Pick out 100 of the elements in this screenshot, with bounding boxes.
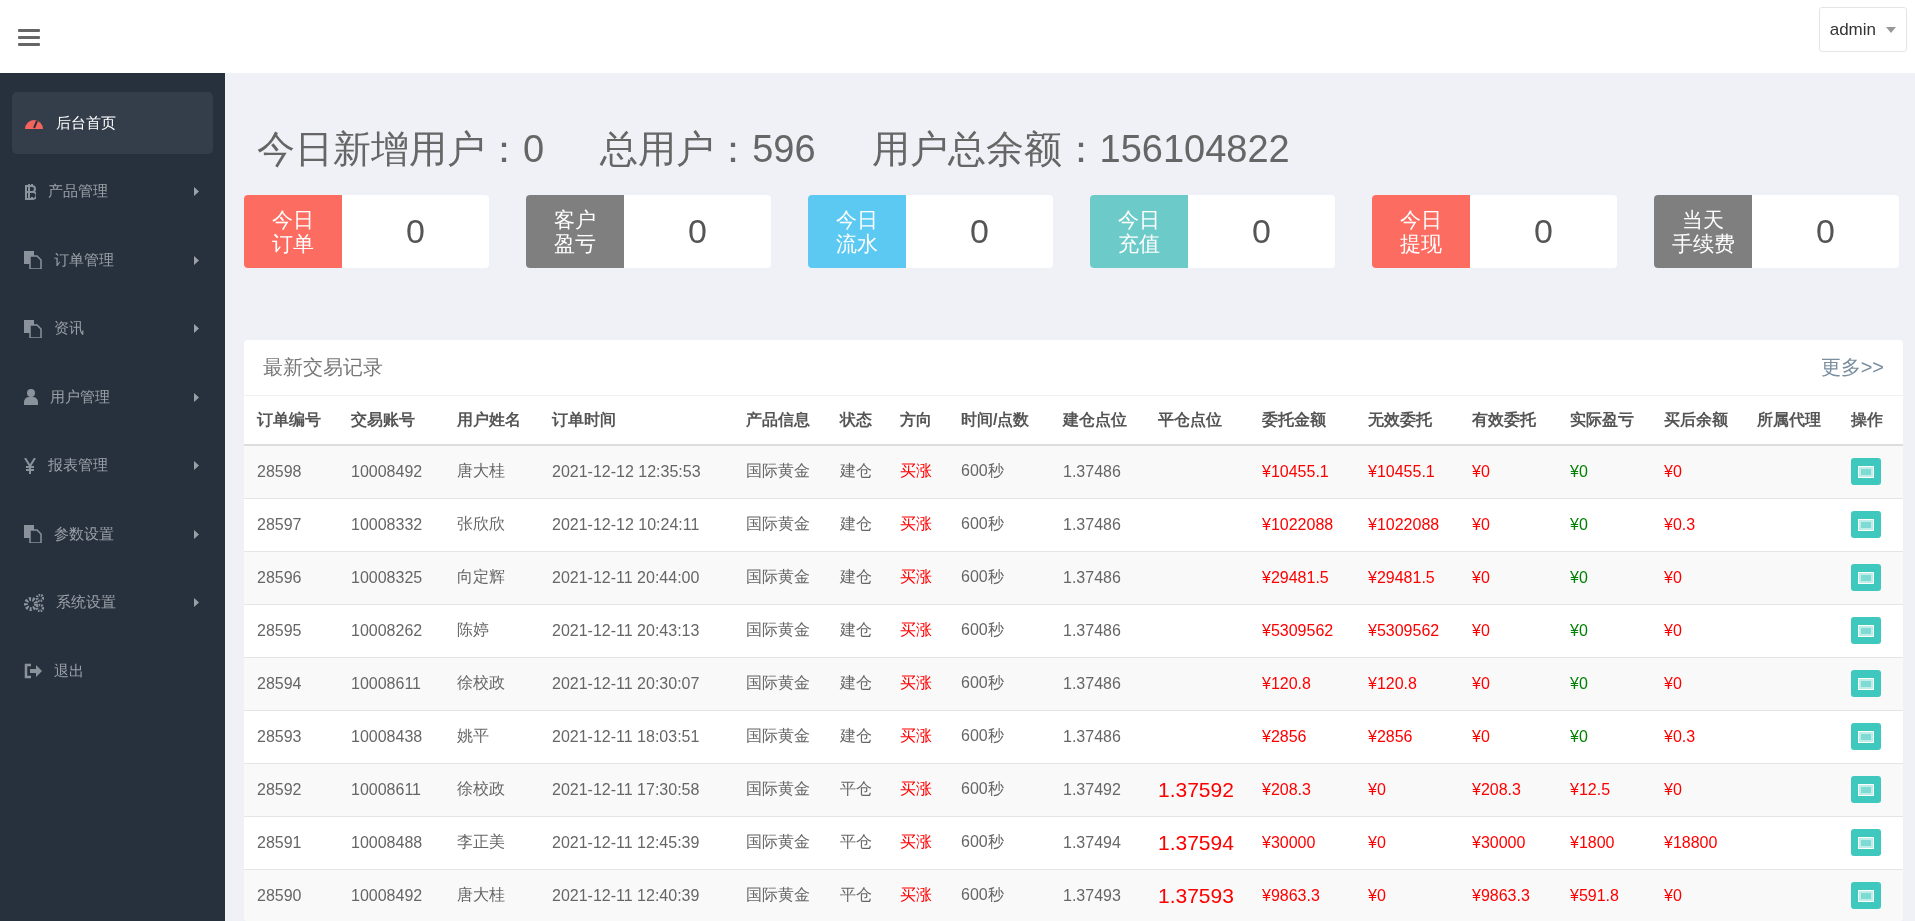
table-cell: ¥0 <box>1651 869 1744 921</box>
table-cell: 建仓 <box>827 657 887 710</box>
table-cell: 2021-12-11 18:03:51 <box>539 710 733 763</box>
table-cell: ¥591.8 <box>1557 869 1651 921</box>
table-cell: 28593 <box>244 710 338 763</box>
table-cell: 2021-12-11 12:45:39 <box>539 816 733 869</box>
table-cell: ¥29481.5 <box>1249 551 1355 604</box>
table-cell: 买涨 <box>887 816 948 869</box>
table-cell: 姚平 <box>444 710 539 763</box>
sidebar-item[interactable]: 订单管理 <box>12 229 213 291</box>
table-cell: 建仓 <box>827 604 887 657</box>
sidebar-item[interactable]: 产品管理 <box>12 160 213 223</box>
table-cell: ¥0 <box>1557 445 1651 498</box>
gears-icon <box>24 593 44 612</box>
details-button[interactable] <box>1851 829 1881 856</box>
table-cell: ¥0 <box>1355 816 1459 869</box>
stat-value: 0 <box>405 211 426 252</box>
table-cell: 2021-12-11 17:30:58 <box>539 763 733 816</box>
table-cell: 600秒 <box>948 551 1050 604</box>
details-button[interactable] <box>1851 617 1881 644</box>
table-cell: ¥0 <box>1557 551 1651 604</box>
table-cell: 2021-12-11 12:40:39 <box>539 869 733 921</box>
more-link[interactable]: 更多>> <box>1820 354 1884 381</box>
sidebar-item[interactable]: 用户管理 <box>12 366 213 428</box>
table-cell: ¥208.3 <box>1459 763 1557 816</box>
table-cell: ¥0 <box>1651 657 1744 710</box>
table-cell: 国际黄金 <box>733 710 827 763</box>
details-button[interactable] <box>1851 723 1881 750</box>
sidebar-item[interactable]: 报表管理 <box>12 434 213 497</box>
table-cell: ¥0 <box>1459 498 1557 551</box>
stat-label: 今日 流水 <box>808 195 906 268</box>
summary-stat: 今日新增用户：0 <box>257 127 545 172</box>
table-cell: 徐校政 <box>444 763 539 816</box>
table-cell: 买涨 <box>887 869 948 921</box>
details-button[interactable] <box>1851 882 1881 909</box>
table-cell: 1.37592 <box>1145 763 1249 816</box>
sidebar-item[interactable]: 参数设置 <box>12 503 213 565</box>
card-icon <box>1858 730 1874 743</box>
table-cell: ¥10455.1 <box>1249 445 1355 498</box>
table-cell: ¥10455.1 <box>1355 445 1459 498</box>
user-dropdown[interactable]: admin <box>1818 7 1907 52</box>
details-button[interactable] <box>1851 458 1881 486</box>
documents-icon <box>24 525 42 543</box>
table-cell: 买涨 <box>887 763 948 816</box>
stat-label: 客户 盈亏 <box>526 195 624 268</box>
table-cell: 唐大桂 <box>444 869 539 921</box>
sidebar-item[interactable]: 资讯 <box>12 297 213 360</box>
table-cell: ¥0 <box>1459 604 1557 657</box>
documents-icon <box>24 319 42 338</box>
details-button[interactable] <box>1851 670 1881 697</box>
table-cell: 2021-12-12 10:24:11 <box>539 498 733 551</box>
sidebar-item[interactable]: 系统设置 <box>12 571 213 634</box>
stat-value: 0 <box>1251 211 1272 252</box>
table-cell: ¥120.8 <box>1249 657 1355 710</box>
table-cell: 600秒 <box>948 604 1050 657</box>
table-cell: 国际黄金 <box>733 551 827 604</box>
table-cell: ¥0 <box>1557 710 1651 763</box>
details-button[interactable] <box>1851 776 1881 803</box>
table-cell: ¥0 <box>1557 498 1651 551</box>
table-cell: 国际黄金 <box>733 816 827 869</box>
table-cell: 1.37486 <box>1050 445 1145 498</box>
card-title: 最新交易记录 <box>263 355 383 380</box>
stat-label: 当天 手续费 <box>1654 195 1752 268</box>
details-button[interactable] <box>1851 564 1881 591</box>
stat-value: 0 <box>1815 211 1836 252</box>
table-cell: ¥0.3 <box>1651 710 1744 763</box>
stat-label: 今日 充值 <box>1090 195 1188 268</box>
table-cell: ¥0 <box>1355 763 1459 816</box>
table-cell: 买涨 <box>887 710 948 763</box>
sidebar-item[interactable]: 后台首页 <box>12 92 213 154</box>
table-cell: 国际黄金 <box>733 869 827 921</box>
table-cell: 陈婷 <box>444 604 539 657</box>
table-cell: 买涨 <box>887 657 948 710</box>
sidebar-item[interactable]: 退出 <box>12 640 213 702</box>
table-cell: 2021-12-11 20:43:13 <box>539 604 733 657</box>
summary-stat: 总用户：596 <box>600 127 816 172</box>
table-cell: ¥1022088 <box>1355 498 1459 551</box>
bitcoin-icon <box>24 183 36 200</box>
stat-value: 0 <box>1533 211 1554 252</box>
table-cell: 国际黄金 <box>733 763 827 816</box>
table-cell: ¥208.3 <box>1249 763 1355 816</box>
menu-icon[interactable] <box>18 27 40 46</box>
table-cell: 2021-12-11 20:44:00 <box>539 551 733 604</box>
table-cell: 28591 <box>244 816 338 869</box>
table-cell: ¥1022088 <box>1249 498 1355 551</box>
table-cell: ¥0 <box>1557 657 1651 710</box>
details-button[interactable] <box>1851 511 1881 538</box>
table-cell: ¥2856 <box>1355 710 1459 763</box>
table-cell: 10008492 <box>338 869 444 921</box>
table-cell: 1.37486 <box>1050 657 1145 710</box>
table-cell: ¥0 <box>1557 604 1651 657</box>
table-cell: 1.37492 <box>1050 763 1145 816</box>
table-cell: 1.37594 <box>1145 816 1249 869</box>
table-cell: 28590 <box>244 869 338 921</box>
table-cell: ¥30000 <box>1459 816 1557 869</box>
table-cell: 600秒 <box>948 816 1050 869</box>
card-icon <box>1858 836 1874 849</box>
table-cell: 1.37493 <box>1050 869 1145 921</box>
summary-stat: 用户总余额：156104822 <box>871 127 1290 172</box>
card-icon <box>1858 465 1874 478</box>
